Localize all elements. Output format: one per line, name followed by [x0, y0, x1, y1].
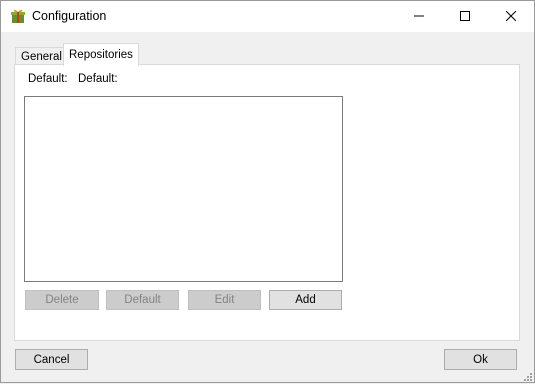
minimize-icon: [414, 10, 424, 24]
configuration-window: Configuration General Repositories Defau…: [0, 0, 535, 383]
resize-grip-icon[interactable]: [522, 370, 532, 381]
repositories-list[interactable]: [24, 96, 343, 282]
close-button[interactable]: [488, 1, 534, 32]
tab-repositories[interactable]: Repositories: [63, 43, 139, 66]
maximize-icon: [460, 10, 470, 24]
default-button[interactable]: Default: [106, 290, 179, 310]
default-value-label: Default:: [78, 73, 118, 85]
cancel-button[interactable]: Cancel: [15, 349, 88, 370]
default-label: Default:: [28, 73, 68, 85]
gift-box-icon: [10, 8, 26, 24]
ok-button[interactable]: Ok: [444, 349, 517, 370]
title-bar[interactable]: Configuration: [1, 1, 534, 32]
edit-button[interactable]: Edit: [188, 290, 261, 310]
window-title: Configuration: [32, 9, 107, 23]
minimize-button[interactable]: [396, 1, 442, 32]
add-button[interactable]: Add: [269, 290, 342, 310]
maximize-button[interactable]: [442, 1, 488, 32]
close-icon: [505, 10, 517, 24]
delete-button[interactable]: Delete: [25, 290, 99, 310]
